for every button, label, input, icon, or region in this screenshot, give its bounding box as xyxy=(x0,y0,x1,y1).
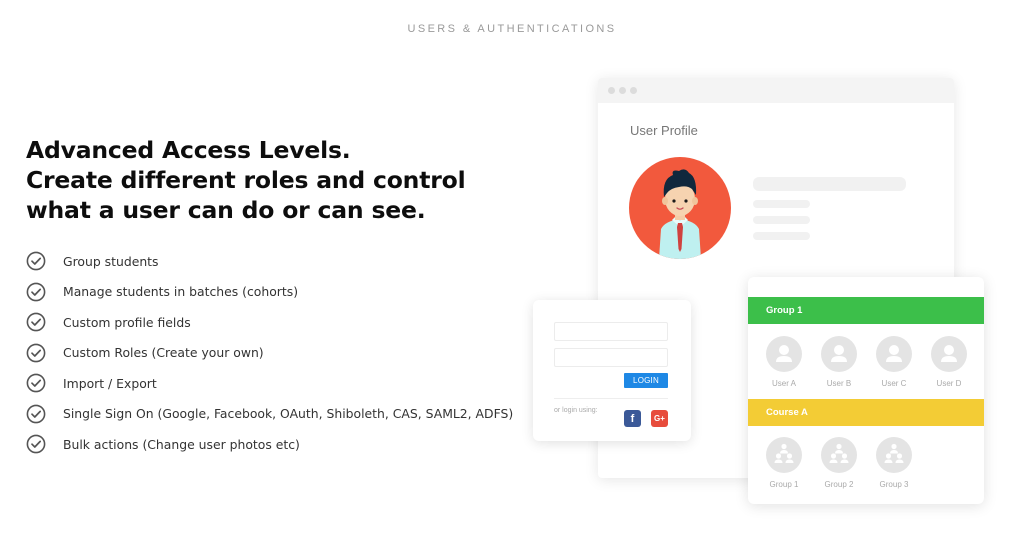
profile-name-placeholder xyxy=(753,177,906,191)
user-icon xyxy=(821,336,857,372)
group-icon xyxy=(766,437,802,473)
login-button[interactable]: LOGIN xyxy=(624,373,668,388)
group-icon xyxy=(876,437,912,473)
facebook-icon: f xyxy=(630,412,635,425)
profile-line-placeholder xyxy=(753,232,810,240)
google-login-button[interactable]: G+ xyxy=(651,410,668,427)
course-band: Course A xyxy=(748,399,984,426)
user-member[interactable]: User A xyxy=(759,336,809,388)
user-label: User C xyxy=(881,379,907,388)
check-circle-icon xyxy=(26,282,46,302)
login-divider xyxy=(554,398,668,399)
feature-label: Manage students in batches (cohorts) xyxy=(63,284,299,300)
login-card: LOGIN or login using: f G+ xyxy=(533,300,691,441)
facebook-login-button[interactable]: f xyxy=(624,410,641,427)
window-dot-icon xyxy=(619,87,626,94)
user-icon xyxy=(876,336,912,372)
feature-item: Manage students in batches (cohorts) xyxy=(26,277,513,308)
group-label: Group 1 xyxy=(769,480,799,489)
check-circle-icon xyxy=(26,251,46,271)
feature-list: Group students Manage students in batche… xyxy=(26,246,513,460)
feature-item: Bulk actions (Change user photos etc) xyxy=(26,429,513,460)
window-dot-icon xyxy=(608,87,615,94)
course-title: Course A xyxy=(766,407,808,418)
feature-item: Custom Roles (Create your own) xyxy=(26,338,513,369)
feature-item: Import / Export xyxy=(26,368,513,399)
feature-item: Custom profile fields xyxy=(26,307,513,338)
feature-label: Import / Export xyxy=(63,375,157,391)
alt-login-label: or login using: xyxy=(554,407,598,414)
check-circle-icon xyxy=(26,312,46,332)
check-circle-icon xyxy=(26,404,46,424)
profile-title: User Profile xyxy=(630,123,698,138)
username-input[interactable] xyxy=(554,322,668,341)
google-plus-icon: G+ xyxy=(654,414,665,423)
feature-item: Group students xyxy=(26,246,513,277)
window-dot-icon xyxy=(630,87,637,94)
check-circle-icon xyxy=(26,434,46,454)
headline-line-3: what a user can do or can see. xyxy=(26,196,426,224)
man-avatar-illustration-icon xyxy=(659,169,701,259)
user-icon xyxy=(931,336,967,372)
group-member[interactable]: Group 3 xyxy=(869,437,919,489)
user-member[interactable]: User C xyxy=(869,336,919,388)
group-icon xyxy=(821,437,857,473)
user-icon xyxy=(766,336,802,372)
headline: Advanced Access Levels. Create different… xyxy=(26,135,486,225)
section-eyebrow: USERS & AUTHENTICATIONS xyxy=(407,23,617,35)
feature-label: Custom Roles (Create your own) xyxy=(63,345,264,361)
password-input[interactable] xyxy=(554,348,668,367)
user-label: User B xyxy=(826,379,852,388)
user-member[interactable]: User D xyxy=(924,336,974,388)
user-member[interactable]: User B xyxy=(814,336,864,388)
headline-line-2: Create different roles and control xyxy=(26,166,466,194)
profile-line-placeholder xyxy=(753,200,810,208)
feature-label: Group students xyxy=(63,253,159,269)
feature-label: Single Sign On (Google, Facebook, OAuth,… xyxy=(63,406,514,422)
group-title: Group 1 xyxy=(766,305,803,316)
feature-label: Bulk actions (Change user photos etc) xyxy=(63,436,300,452)
check-circle-icon xyxy=(26,343,46,363)
avatar xyxy=(629,157,731,259)
user-label: User A xyxy=(771,379,796,388)
window-titlebar xyxy=(598,78,954,103)
groups-card: Group 1 User A User B User C User D Cour… xyxy=(748,277,984,504)
feature-item: Single Sign On (Google, Facebook, OAuth,… xyxy=(26,399,513,430)
group-member[interactable]: Group 1 xyxy=(759,437,809,489)
headline-line-1: Advanced Access Levels. xyxy=(26,136,351,164)
group-member[interactable]: Group 2 xyxy=(814,437,864,489)
check-circle-icon xyxy=(26,373,46,393)
profile-line-placeholder xyxy=(753,216,810,224)
group-band: Group 1 xyxy=(748,297,984,324)
group-label: Group 3 xyxy=(879,480,909,489)
feature-label: Custom profile fields xyxy=(63,314,191,330)
user-label: User D xyxy=(936,379,962,388)
group-label: Group 2 xyxy=(824,480,854,489)
